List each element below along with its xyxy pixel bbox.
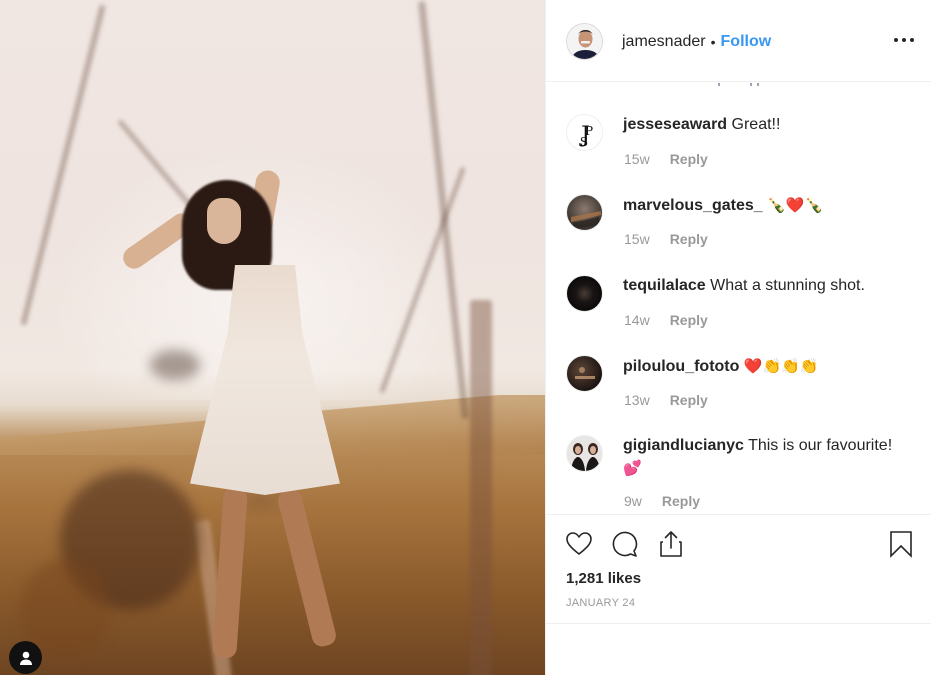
share-button[interactable] bbox=[656, 529, 686, 559]
comment-body: jesseseaward Great!! bbox=[623, 114, 913, 136]
separator-dot: • bbox=[710, 34, 716, 50]
divider bbox=[546, 623, 931, 624]
commenter-avatar-image bbox=[571, 443, 600, 471]
author-avatar[interactable] bbox=[566, 23, 603, 60]
post-actions: 1,281 likes JANUARY 24 bbox=[546, 514, 931, 624]
monogram-avatar-image: J P S bbox=[579, 123, 593, 149]
comment-meta: 15w Reply bbox=[624, 151, 708, 167]
commenter-avatar[interactable] bbox=[566, 355, 603, 392]
comment-emoji: ❤️👏👏👏 bbox=[743, 357, 819, 375]
post-photo[interactable] bbox=[0, 0, 545, 675]
comment-time[interactable]: 13w bbox=[624, 392, 650, 408]
reply-button[interactable]: Reply bbox=[670, 151, 708, 167]
bookmark-icon bbox=[890, 531, 912, 558]
comment-emoji: 💕 bbox=[623, 459, 642, 477]
commenter-avatar-image bbox=[571, 211, 601, 229]
comment-time[interactable]: 15w bbox=[624, 231, 650, 247]
commenter-avatar[interactable] bbox=[566, 435, 603, 472]
save-button[interactable] bbox=[886, 529, 916, 559]
more-options-button[interactable] bbox=[894, 34, 914, 46]
comment-body: piloulou_fototo ❤️👏👏👏 bbox=[623, 355, 913, 378]
photo-stem bbox=[470, 300, 492, 675]
author-line: jamesnader • Follow bbox=[622, 33, 771, 51]
reply-button[interactable]: Reply bbox=[662, 493, 700, 509]
comment-username[interactable]: tequilalace bbox=[623, 277, 706, 294]
commenter-avatar[interactable] bbox=[566, 194, 603, 231]
comment-username[interactable]: piloulou_fototo bbox=[623, 358, 739, 375]
post-date[interactable]: JANUARY 24 bbox=[566, 597, 635, 609]
heart-icon bbox=[566, 532, 592, 555]
reply-button[interactable]: Reply bbox=[670, 312, 708, 328]
author-username[interactable]: jamesnader bbox=[622, 33, 706, 51]
comment-body: gigiandlucianyc This is our favourite! 💕 bbox=[623, 435, 913, 480]
comment-username[interactable]: gigiandlucianyc bbox=[623, 437, 744, 454]
post-header: jamesnader • Follow bbox=[546, 0, 931, 82]
comment-text: This is our favourite! bbox=[748, 437, 893, 454]
comment-body: tequilalace What a stunning shot. bbox=[623, 275, 913, 297]
comment-meta: 9w Reply bbox=[624, 493, 700, 509]
user-icon bbox=[19, 651, 32, 665]
tagged-users-button[interactable] bbox=[9, 641, 42, 674]
comment-body: marvelous_gates_ 🍾❤️🍾 bbox=[623, 194, 913, 217]
follow-button[interactable]: Follow bbox=[721, 33, 772, 51]
comment-button[interactable] bbox=[610, 529, 640, 559]
more-options-icon bbox=[910, 38, 914, 42]
comment-meta: 14w Reply bbox=[624, 312, 708, 328]
post-sidebar: jamesnader • Follow J P S jesseseaward G… bbox=[545, 0, 931, 675]
comment-meta: 13w Reply bbox=[624, 392, 708, 408]
comment-meta: 15w Reply bbox=[624, 231, 708, 247]
commenter-avatar[interactable]: J P S bbox=[566, 114, 603, 151]
reply-button[interactable]: Reply bbox=[670, 231, 708, 247]
comment-emoji: 🍾❤️🍾 bbox=[767, 196, 824, 214]
more-options-icon bbox=[894, 38, 898, 42]
comment-username[interactable]: jesseseaward bbox=[623, 116, 727, 133]
comment-text: Great!! bbox=[731, 116, 781, 133]
comment-username[interactable]: marvelous_gates_ bbox=[623, 197, 763, 214]
photo-plant bbox=[150, 350, 200, 380]
likes-count[interactable]: 1,281 likes bbox=[566, 570, 641, 587]
comment-text: What a stunning shot. bbox=[710, 277, 865, 294]
photo-figure-part bbox=[212, 487, 248, 659]
reply-button[interactable]: Reply bbox=[670, 392, 708, 408]
more-options-icon bbox=[902, 38, 906, 42]
commenter-avatar-image bbox=[575, 367, 595, 379]
like-button[interactable] bbox=[564, 529, 594, 559]
svg-text:S: S bbox=[580, 135, 588, 149]
photo-figure-part bbox=[276, 487, 338, 649]
share-icon bbox=[660, 531, 682, 557]
comment-time[interactable]: 14w bbox=[624, 312, 650, 328]
comment-time[interactable]: 15w bbox=[624, 151, 650, 167]
comment-time[interactable]: 9w bbox=[624, 493, 642, 509]
comment-icon bbox=[612, 531, 638, 557]
author-avatar-image bbox=[567, 24, 602, 59]
photo-figure-part bbox=[207, 198, 241, 244]
commenter-avatar[interactable] bbox=[566, 275, 603, 312]
comments-list[interactable]: J P S jesseseaward Great!! 15w Reply mar… bbox=[546, 83, 931, 514]
clipped-comment-remnant bbox=[716, 83, 766, 86]
